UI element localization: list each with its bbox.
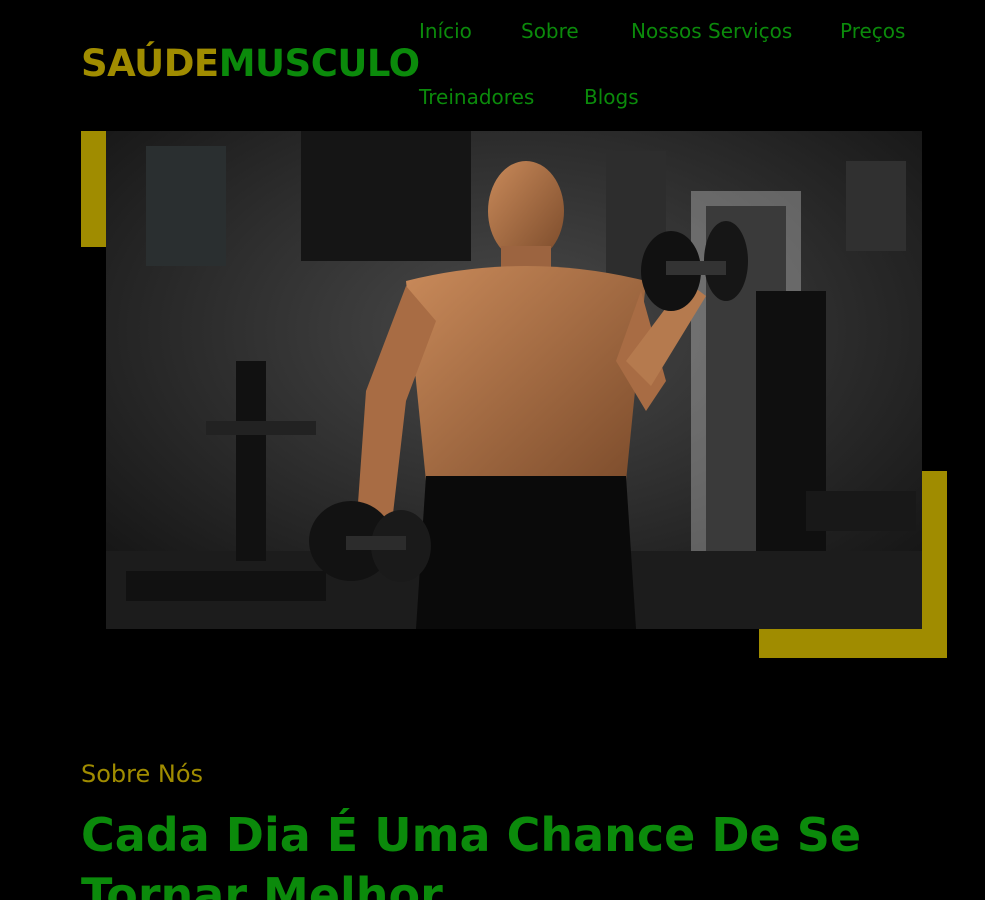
hero-image [106,131,922,629]
nav-link-sobre[interactable]: Sobre [521,19,579,43]
gym-photo-illustration [106,131,922,629]
nav-link-precos[interactable]: Preços [840,19,905,43]
hero-accent-left [81,131,106,247]
nav-link-inicio[interactable]: Início [419,19,472,43]
logo-part-musculo: MUSCULO [218,42,420,85]
about-headline: Cada Dia É Uma Chance De Se Tornar Melho… [81,808,862,900]
nav-link-servicos[interactable]: Nossos Serviços [631,19,792,43]
site-logo[interactable]: SAÚDEMUSCULO [81,42,420,85]
nav-link-treinadores[interactable]: Treinadores [419,85,534,109]
hero-accent-bottom [759,629,947,658]
nav-link-blogs[interactable]: Blogs [584,85,639,109]
logo-part-saude: SAÚDE [81,42,219,85]
section-label-about: Sobre Nós [81,760,204,788]
